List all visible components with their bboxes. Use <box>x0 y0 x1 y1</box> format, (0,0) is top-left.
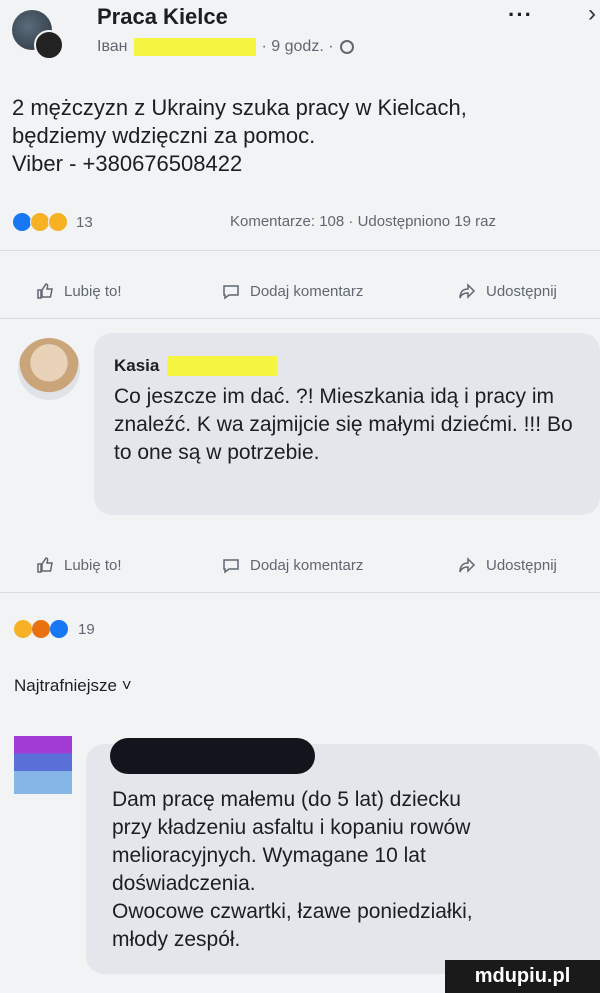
share-button[interactable]: Udostępnij <box>458 282 557 300</box>
thumbs-up-icon <box>37 283 53 299</box>
like-label: Lubię to! <box>64 282 122 300</box>
share-label: Udostępnij <box>486 556 557 574</box>
redaction-bar <box>167 356 278 376</box>
like-button[interactable]: Lubię to! <box>36 282 122 300</box>
comment-text: Co jeszcze im dać. ?! Mieszkania idą i p… <box>114 385 573 464</box>
comment-icon <box>223 559 239 574</box>
author-name[interactable]: Іван <box>97 38 128 56</box>
comment-author[interactable]: Kasia <box>114 356 278 376</box>
share-icon <box>459 283 476 299</box>
reactions-count: 13 <box>76 213 93 231</box>
angry-reaction-icon <box>32 620 50 638</box>
globe-icon <box>339 40 354 54</box>
haha-reaction-icon <box>14 620 32 638</box>
like-label: Lubię to! <box>64 556 122 574</box>
chevron-right-icon[interactable]: › <box>588 0 596 28</box>
group-name[interactable]: Praca Kielce <box>97 4 228 30</box>
post-reactions[interactable]: 13 <box>12 212 93 232</box>
divider <box>0 250 600 251</box>
sort-dropdown[interactable]: Najtrafniejsze ˅ <box>14 676 132 696</box>
comment-text: Dam pracę małemu (do 5 lat) dziecku przy… <box>112 788 473 951</box>
watermark-logo: mdupiu.pl <box>445 960 600 993</box>
redaction-bar <box>110 738 315 774</box>
like-reaction-icon <box>12 212 32 232</box>
comment-label: Dodaj komentarz <box>250 556 364 574</box>
comment-reactions[interactable]: 19 <box>14 620 95 638</box>
redaction-bar <box>133 38 256 56</box>
post-meta: Іван · 9 godz. · <box>97 38 354 56</box>
comment-author-name: Kasia <box>114 356 160 375</box>
post-time: · 9 godz. · <box>261 38 334 55</box>
comment-button[interactable]: Dodaj komentarz <box>222 556 363 574</box>
wow-reaction-icon <box>30 212 50 232</box>
comment-icon <box>223 285 239 300</box>
comment-label: Dodaj komentarz <box>250 282 364 300</box>
divider <box>0 318 600 319</box>
commenter-avatar[interactable] <box>18 338 80 400</box>
divider <box>0 592 600 593</box>
share-label: Udostępnij <box>486 282 557 300</box>
like-button[interactable]: Lubię to! <box>36 556 122 574</box>
post-text: 2 mężczyzn z Ukrainy szuka pracy w Kielc… <box>12 95 467 176</box>
author-avatar[interactable] <box>34 30 64 60</box>
commenter-avatar[interactable] <box>14 736 72 794</box>
share-button[interactable]: Udostępnij <box>458 556 557 574</box>
comment-button[interactable]: Dodaj komentarz <box>222 282 363 300</box>
thumbs-up-icon <box>37 557 53 573</box>
more-options-icon[interactable]: ··· <box>508 2 533 28</box>
post-stats[interactable]: Komentarze: 108 · Udostępniono 19 raz <box>230 213 496 230</box>
reactions-count: 19 <box>78 620 95 638</box>
share-icon <box>459 557 476 573</box>
like-reaction-icon <box>50 620 68 638</box>
sad-reaction-icon <box>48 212 68 232</box>
